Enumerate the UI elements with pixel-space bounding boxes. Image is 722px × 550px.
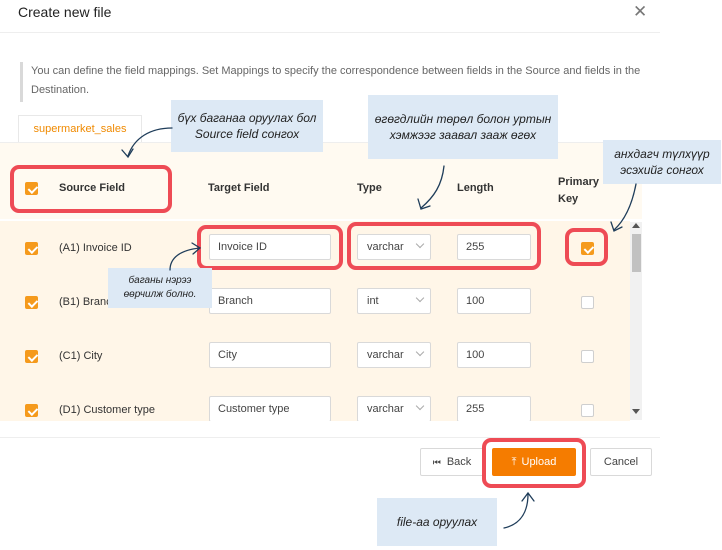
primary-key-checkbox[interactable] bbox=[581, 296, 594, 309]
type-select[interactable]: int bbox=[357, 288, 431, 314]
chevron-down-icon bbox=[415, 347, 425, 357]
target-field-input[interactable]: Customer type bbox=[209, 396, 331, 421]
row-checkbox[interactable] bbox=[25, 242, 38, 255]
header-divider bbox=[0, 32, 660, 33]
header-target-field: Target Field bbox=[208, 182, 270, 194]
primary-key-checkbox[interactable] bbox=[581, 242, 594, 255]
upload-label: Upload bbox=[521, 456, 557, 468]
select-all-checkbox[interactable] bbox=[25, 182, 38, 195]
type-select[interactable]: varchar bbox=[357, 342, 431, 368]
length-input[interactable]: 100 bbox=[457, 288, 531, 314]
length-input[interactable]: 255 bbox=[457, 234, 531, 260]
row-checkbox[interactable] bbox=[25, 404, 38, 417]
header-source-field: Source Field bbox=[59, 182, 126, 194]
header-length: Length bbox=[457, 182, 494, 194]
chevron-down-icon bbox=[415, 293, 425, 303]
scroll-up-icon[interactable] bbox=[632, 223, 640, 228]
cancel-button[interactable]: Cancel bbox=[590, 448, 652, 476]
callout-rename-column: баганы нэрээ өөрчилж болно. bbox=[108, 268, 212, 308]
type-select-value: int bbox=[367, 295, 379, 307]
callout-type-length: өгөгдлийн төрөл болон уртын хэмжээг заав… bbox=[368, 95, 558, 159]
chevron-down-icon bbox=[415, 401, 425, 411]
scroll-down-icon[interactable] bbox=[632, 409, 640, 414]
header-primary-key: Primary Key bbox=[558, 176, 599, 205]
scrollbar-thumb[interactable] bbox=[632, 234, 641, 272]
primary-key-checkbox[interactable] bbox=[581, 350, 594, 363]
row-checkbox[interactable] bbox=[25, 350, 38, 363]
type-select[interactable]: varchar bbox=[357, 396, 431, 421]
mapping-table: Source Field Target Field Type Length Pr… bbox=[0, 142, 642, 421]
type-select-value: varchar bbox=[367, 403, 404, 415]
target-field-input[interactable]: Branch bbox=[209, 288, 331, 314]
info-text: You can define the field mappings. Set M… bbox=[20, 62, 663, 102]
row-checkbox[interactable] bbox=[25, 296, 38, 309]
table-row: (A1) Invoice ID Invoice ID varchar 255 bbox=[0, 221, 630, 276]
table-row: (C1) City City varchar 100 bbox=[0, 329, 630, 384]
target-field-input[interactable]: City bbox=[209, 342, 331, 368]
table-row: (D1) Customer type Customer type varchar… bbox=[0, 383, 630, 421]
callout-primary-key: анхдагч түлхүүр эсэхийг сонгох bbox=[603, 140, 721, 184]
back-label: Back bbox=[446, 456, 472, 468]
source-field-label: (D1) Customer type bbox=[59, 404, 155, 416]
length-input[interactable]: 100 bbox=[457, 342, 531, 368]
upload-icon: ⤒ bbox=[511, 456, 517, 468]
source-field-label: (C1) City bbox=[59, 350, 103, 362]
type-select-value: varchar bbox=[367, 349, 404, 361]
callout-upload-file: file-aa оруулах bbox=[377, 498, 497, 546]
dialog-title: Create new file bbox=[18, 4, 112, 20]
back-button[interactable]: ⏮ Back bbox=[420, 448, 484, 476]
footer-divider bbox=[0, 437, 660, 438]
type-select-value: varchar bbox=[367, 241, 404, 253]
header-type: Type bbox=[357, 182, 382, 194]
tab-supermarket-sales[interactable]: supermarket_sales bbox=[18, 115, 142, 143]
length-input[interactable]: 255 bbox=[457, 396, 531, 421]
callout-select-all: бүх баганаа оруулах бол Source field сон… bbox=[171, 100, 323, 152]
skip-back-icon: ⏮ bbox=[432, 457, 441, 467]
table-row: (B1) Branch Branch int 100 bbox=[0, 275, 630, 330]
close-icon[interactable]: ✕ bbox=[633, 2, 647, 22]
upload-button[interactable]: ⤒ Upload bbox=[492, 448, 576, 476]
target-field-input[interactable]: Invoice ID bbox=[209, 234, 331, 260]
chevron-down-icon bbox=[415, 239, 425, 249]
type-select[interactable]: varchar bbox=[357, 234, 431, 260]
primary-key-checkbox[interactable] bbox=[581, 404, 594, 417]
source-field-label: (A1) Invoice ID bbox=[59, 242, 132, 254]
